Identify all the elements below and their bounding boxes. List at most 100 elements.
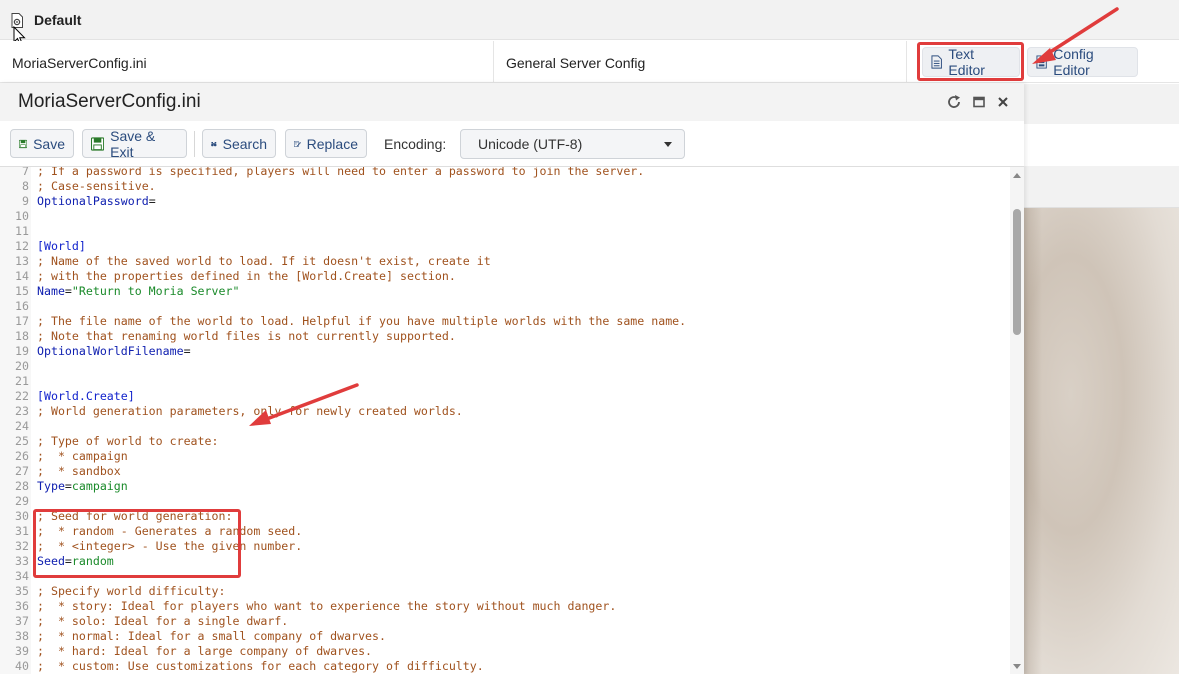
code-line[interactable]: 37 ; * solo: Ideal for a single dwarf. — [0, 614, 1010, 629]
code-token: ; Name of the saved world to load. If it… — [37, 254, 491, 268]
save-button[interactable]: Save — [10, 129, 74, 158]
replace-button[interactable]: Replace — [285, 129, 367, 158]
line-number: 8 — [22, 179, 29, 193]
line-number: 32 — [15, 539, 29, 553]
code-line[interactable]: 40 ; * custom: Use customizations for eac… — [0, 659, 1010, 674]
code-token: ; * solo: Ideal for a single dwarf. — [37, 614, 289, 628]
code-line[interactable]: 24 — [0, 419, 1010, 434]
binoculars-icon — [211, 141, 217, 146]
line-number: 28 — [15, 479, 29, 493]
background-strip — [1024, 166, 1179, 208]
code-line[interactable]: 26 ; * campaign — [0, 449, 1010, 464]
code-line[interactable]: 18 ; Note that renaming world files is no… — [0, 329, 1010, 344]
replace-label: Replace — [306, 135, 358, 152]
dialog-titlebar: MoriaServerConfig.ini — [0, 83, 1024, 121]
code-line[interactable]: 14 ; with the properties defined in the [… — [0, 269, 1010, 284]
code-text: ; * campaign — [37, 449, 128, 464]
code-token: ; * campaign — [37, 449, 128, 463]
code-line[interactable]: 23 ; World generation parameters, only fo… — [0, 404, 1010, 419]
code-token: ; The file name of the world to load. He… — [37, 314, 687, 328]
find-replace-icon — [294, 140, 301, 147]
line-number: 17 — [15, 314, 29, 328]
maximize-icon[interactable] — [971, 94, 987, 110]
config-filename: MoriaServerConfig.ini — [12, 55, 147, 71]
code-text: ; If a password is specified, players wi… — [37, 167, 644, 179]
code-text: OptionalWorldFilename= — [37, 344, 191, 359]
encoding-select[interactable]: Unicode (UTF-8) — [460, 129, 685, 159]
code-line[interactable]: 7 ; If a password is specified, players w… — [0, 167, 1010, 179]
line-number: 7 — [22, 167, 29, 178]
code-token: ; If a password is specified, players wi… — [37, 167, 645, 178]
line-number: 12 — [15, 239, 29, 253]
code-line[interactable]: 20 — [0, 359, 1010, 374]
code-line[interactable]: 28 Type=campaign — [0, 479, 1010, 494]
line-number: 16 — [15, 299, 29, 313]
code-text: ; * solo: Ideal for a single dwarf. — [37, 614, 288, 629]
code-token: ; * sandbox — [37, 464, 121, 478]
line-number: 26 — [15, 449, 29, 463]
code-line[interactable]: 13 ; Name of the saved world to load. If … — [0, 254, 1010, 269]
code-token: ; * custom: Use customizations for each … — [37, 659, 484, 673]
chevron-down-icon — [664, 142, 672, 147]
line-number: 21 — [15, 374, 29, 388]
code-token: campaign — [71, 479, 128, 493]
code-token: = — [148, 194, 156, 208]
code-line[interactable]: 38 ; * normal: Ideal for a small company … — [0, 629, 1010, 644]
code-line[interactable]: 25 ; Type of world to create: — [0, 434, 1010, 449]
code-line[interactable]: 8 ; Case-sensitive. — [0, 179, 1010, 194]
encoding-value: Unicode (UTF-8) — [478, 136, 583, 152]
code-line[interactable]: 22 [World.Create] — [0, 389, 1010, 404]
config-editor-button[interactable]: Config Editor — [1027, 46, 1138, 78]
line-number: 38 — [15, 629, 29, 643]
code-line[interactable]: 35 ; Specify world difficulty: — [0, 584, 1010, 599]
code-line[interactable]: 27 ; * sandbox — [0, 464, 1010, 479]
search-button[interactable]: Search — [202, 129, 276, 158]
code-line[interactable]: 16 — [0, 299, 1010, 314]
code-text: ; Type of world to create: — [37, 434, 218, 449]
code-line[interactable]: 36 ; * story: Ideal for players who want … — [0, 599, 1010, 614]
code-token: ; Note that renaming world files is not … — [37, 329, 456, 343]
line-number: 20 — [15, 359, 29, 373]
save-and-exit-button[interactable]: Save & Exit — [82, 128, 187, 160]
code-line[interactable]: 12 [World] — [0, 239, 1010, 254]
code-line[interactable]: 19 OptionalWorldFilename= — [0, 344, 1010, 359]
code-line[interactable]: 11 — [0, 224, 1010, 239]
config-document-icon — [1036, 55, 1047, 69]
dialog-title: MoriaServerConfig.ini — [18, 91, 201, 112]
group-title: Default — [34, 12, 82, 28]
code-line[interactable]: 10 — [0, 209, 1010, 224]
code-token: ; * normal: Ideal for a small company of… — [37, 629, 387, 643]
line-number: 22 — [15, 389, 29, 403]
code-token: ; Case-sensitive. — [37, 179, 156, 193]
line-number: 34 — [15, 569, 29, 583]
code-text: ; Specify world difficulty: — [37, 584, 225, 599]
line-number: 35 — [15, 584, 29, 598]
code-line[interactable]: 17 ; The file name of the world to load. … — [0, 314, 1010, 329]
code-editor[interactable]: 7 ; If a password is specified, players w… — [0, 167, 1024, 674]
scrollbar-thumb[interactable] — [1013, 209, 1021, 335]
scroll-up-arrow-icon[interactable] — [1013, 173, 1021, 178]
encoding-label: Encoding: — [384, 136, 447, 152]
code-line[interactable]: 29 — [0, 494, 1010, 509]
code-line[interactable]: 21 — [0, 374, 1010, 389]
code-text: ; World generation parameters, only for … — [37, 404, 463, 419]
column-divider — [493, 41, 494, 83]
line-number: 36 — [15, 599, 29, 613]
line-number: 39 — [15, 644, 29, 658]
line-number: 9 — [22, 194, 29, 208]
group-header[interactable]: Default — [0, 0, 1179, 40]
close-icon[interactable] — [995, 94, 1011, 110]
code-text: OptionalPassword= — [37, 194, 156, 209]
scroll-down-arrow-icon[interactable] — [1013, 664, 1021, 669]
code-line[interactable]: 9 OptionalPassword= — [0, 194, 1010, 209]
line-number: 10 — [15, 209, 29, 223]
code-line[interactable]: 15 Name="Return to Moria Server" — [0, 284, 1010, 299]
line-number: 13 — [15, 254, 29, 268]
code-token: = — [64, 284, 72, 298]
search-label: Search — [222, 135, 267, 152]
code-token: ; * hard: Ideal for a large company of d… — [37, 644, 373, 658]
refresh-icon[interactable] — [946, 94, 962, 110]
vertical-scrollbar[interactable] — [1010, 167, 1024, 674]
code-token: ; World generation parameters, only for … — [37, 404, 463, 418]
code-line[interactable]: 39 ; * hard: Ideal for a large company of… — [0, 644, 1010, 659]
